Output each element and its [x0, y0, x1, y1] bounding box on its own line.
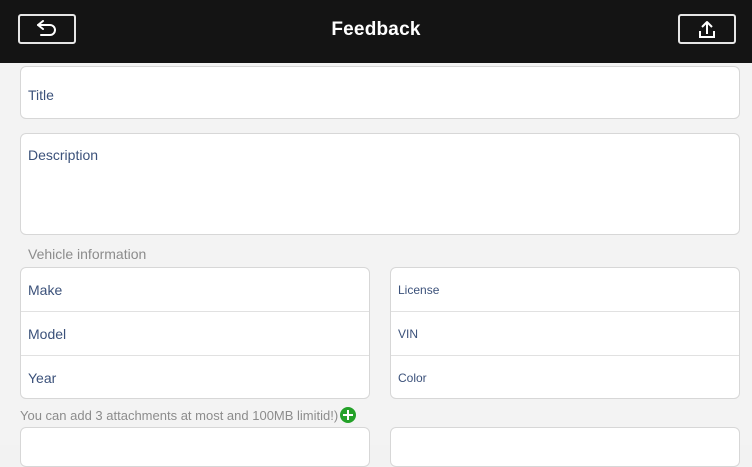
attachment-slot[interactable] [390, 427, 740, 467]
description-field[interactable]: Description [20, 133, 740, 235]
description-placeholder: Description [28, 147, 99, 163]
top-bar: Feedback [0, 0, 752, 63]
add-circle-icon[interactable] [340, 407, 357, 423]
title-placeholder: Title [28, 87, 54, 103]
upload-button[interactable] [678, 14, 736, 44]
attachment-hint-text: You can add 3 attachments at most and 10… [20, 407, 339, 423]
vin-field[interactable]: VIN [391, 312, 739, 356]
model-field[interactable]: Model [21, 312, 369, 356]
page-title: Feedback [331, 19, 421, 40]
vehicle-info-label: Vehicle information [28, 246, 147, 262]
attachment-hint: You can add 3 attachments at most and 10… [20, 407, 357, 423]
color-field[interactable]: Color [391, 356, 739, 398]
year-field[interactable]: Year [21, 356, 369, 398]
upload-icon [699, 21, 715, 38]
make-field[interactable]: Make [21, 268, 369, 312]
feedback-form: Title Description Vehicle information Ma… [0, 63, 752, 467]
vehicle-fields-right: License VIN Color [390, 267, 740, 399]
vehicle-fields-left: Make Model Year [20, 267, 370, 399]
attachment-slot[interactable] [20, 427, 370, 467]
license-field[interactable]: License [391, 268, 739, 312]
title-field[interactable]: Title [20, 66, 740, 119]
